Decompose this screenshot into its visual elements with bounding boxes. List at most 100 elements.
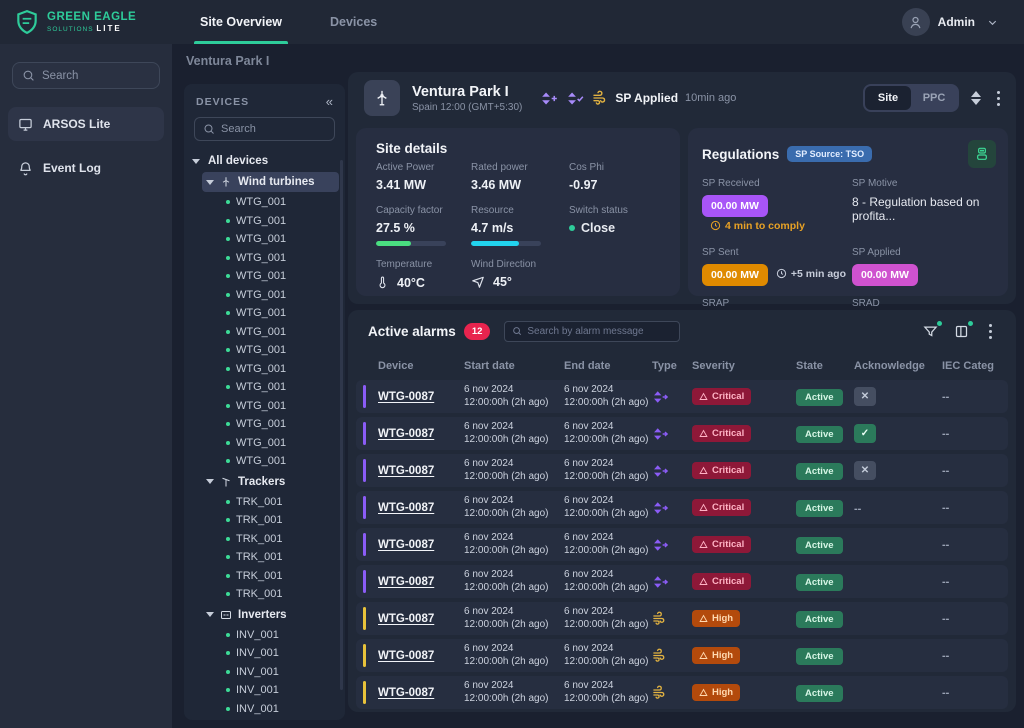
tree-leaf-label: INV_001 [236,666,279,678]
tree-leaf-inv_001[interactable]: INV_001 [226,644,339,663]
devices-search-input[interactable] [221,123,316,135]
tree-leaf-wtg_001[interactable]: WTG_001 [226,286,339,305]
tree-leaf-label: TRK_001 [236,496,282,508]
acknowledge-dismiss-button[interactable]: ✕ [854,387,876,406]
tree-leaf-wtg_001[interactable]: WTG_001 [226,230,339,249]
devices-scrollbar[interactable] [340,160,343,690]
tree-leaf-wtg_001[interactable]: WTG_001 [226,193,339,212]
metric-cos-phi: Cos Phi -0.97 [569,162,680,192]
tree-leaf-wtg_001[interactable]: WTG_001 [226,212,339,231]
tree-leaf-wtg_001[interactable]: WTG_001 [226,415,339,434]
tree-leaf-wtg_001[interactable]: WTG_001 [226,397,339,416]
col-start-date[interactable]: Start date [464,360,564,372]
collapse-panel-icon[interactable]: « [326,94,333,109]
tree-leaf-wtg_001[interactable]: WTG_001 [226,341,339,360]
tab-devices[interactable]: Devices [330,0,377,44]
alarm-row[interactable]: WTG-00876 nov 202412:00:00h (2h ago)6 no… [356,491,1008,524]
tree-leaf-trk_001[interactable]: TRK_001 [226,548,339,567]
acknowledge-dismiss-button[interactable]: ✕ [854,461,876,480]
alarm-row[interactable]: WTG-00876 nov 202412:00:00h (2h ago)6 no… [356,454,1008,487]
tab-site-overview[interactable]: Site Overview [200,0,282,44]
alarm-device-link[interactable]: WTG-0087 [378,576,464,588]
severity-badge: Critical [692,462,751,479]
tree-node-label: All devices [208,155,268,167]
tree-leaf-wtg_001[interactable]: WTG_001 [226,360,339,379]
trackers-icon [220,476,232,488]
severity-badge: High [692,647,740,664]
alarm-row[interactable]: WTG-00876 nov 202412:00:00h (2h ago)6 no… [356,380,1008,413]
tree-leaf-inv_001[interactable]: INV_001 [226,681,339,700]
monitor-icon [18,117,33,132]
kebab-menu-icon[interactable] [985,322,996,341]
view-toggle-site[interactable]: Site [865,86,911,110]
alarm-device-link[interactable]: WTG-0087 [378,465,464,477]
tree-leaf-wtg_001[interactable]: WTG_001 [226,267,339,286]
tree-leaf-trk_001[interactable]: TRK_001 [226,530,339,549]
tree-leaf-trk_001[interactable]: TRK_001 [226,567,339,586]
tree-leaf-label: WTG_001 [236,307,286,319]
automation-robot-icon[interactable] [968,140,996,168]
sidebar-item-event-log[interactable]: Event Log [8,151,164,185]
tree-leaf-wtg_001[interactable]: WTG_001 [226,434,339,453]
alarms-search-input[interactable] [527,326,662,337]
sidebar-search-input[interactable] [42,70,142,82]
alarm-device-link[interactable]: WTG-0087 [378,650,464,662]
tree-group-inverters[interactable]: Inverters [202,605,339,625]
tree-leaf-label: WTG_001 [236,344,286,356]
filter-icon[interactable] [923,324,938,339]
devices-panel: DEVICES « All devices Wind turbinesWTG_0… [184,84,345,720]
alarm-device-link[interactable]: WTG-0087 [378,502,464,514]
tree-leaf-wtg_001[interactable]: WTG_001 [226,452,339,471]
alarm-row[interactable]: WTG-00876 nov 202412:00:00h (2h ago)6 no… [356,639,1008,672]
alarm-row[interactable]: WTG-00876 nov 202412:00:00h (2h ago)6 no… [356,676,1008,709]
col-acknowledge[interactable]: Acknowledge [854,360,942,372]
alarm-device-link[interactable]: WTG-0087 [378,687,464,699]
tree-leaf-wtg_001[interactable]: WTG_001 [226,249,339,268]
alarm-row[interactable]: WTG-00876 nov 202412:00:00h (2h ago)6 no… [356,565,1008,598]
alarms-search[interactable] [504,321,680,342]
tree-leaf-trk_001[interactable]: TRK_001 [226,585,339,604]
sidebar-search[interactable] [12,62,160,89]
alarm-device-link[interactable]: WTG-0087 [378,613,464,625]
col-type[interactable]: Type [652,360,692,372]
metric-wind-direction: Wind Direction 45° [471,259,569,290]
tree-leaf-wtg_001[interactable]: WTG_001 [226,304,339,323]
alarm-row[interactable]: WTG-00876 nov 202412:00:00h (2h ago)6 no… [356,528,1008,561]
acknowledge-cell: ✓ [854,424,942,443]
col-iec-category[interactable]: IEC Categ [942,360,1008,372]
search-icon [22,69,35,82]
alarm-device-link[interactable]: WTG-0087 [378,539,464,551]
tree-leaf-inv_001[interactable]: INV_001 [226,626,339,645]
wind-icon [592,90,608,106]
status-dot [226,274,230,278]
tree-leaf-wtg_001[interactable]: WTG_001 [226,378,339,397]
col-end-date[interactable]: End date [564,360,652,372]
tree-leaf-trk_001[interactable]: TRK_001 [226,493,339,512]
severity-badge: Critical [692,388,751,405]
sort-icon[interactable] [971,91,981,105]
alarm-row[interactable]: WTG-00876 nov 202412:00:00h (2h ago)6 no… [356,417,1008,450]
view-toggle-ppc[interactable]: PPC [911,86,957,110]
col-state[interactable]: State [796,360,854,372]
alarm-device-link[interactable]: WTG-0087 [378,428,464,440]
tree-leaf-inv_001[interactable]: INV_001 [226,663,339,682]
tree-node-all-devices[interactable]: All devices [192,151,339,171]
col-device[interactable]: Device [378,360,464,372]
kebab-menu-icon[interactable] [993,89,1004,108]
status-dot [226,670,230,674]
tree-leaf-label: WTG_001 [236,215,286,227]
tree-leaf-trk_001[interactable]: TRK_001 [226,511,339,530]
sidebar-item-arsos-lite[interactable]: ARSOS Lite [8,107,164,141]
user-menu[interactable]: Admin [902,8,1024,36]
tree-leaf-wtg_001[interactable]: WTG_001 [226,323,339,342]
alarm-device-link[interactable]: WTG-0087 [378,391,464,403]
acknowledge-confirm-button[interactable]: ✓ [854,424,876,443]
tree-group-wind-turbines[interactable]: Wind turbines [202,172,339,192]
alarm-row[interactable]: WTG-00876 nov 202412:00:00h (2h ago)6 no… [356,602,1008,635]
col-severity[interactable]: Severity [692,360,796,372]
tree-leaf-inv_001[interactable]: INV_001 [226,700,339,719]
devices-search[interactable] [194,117,335,141]
tree-group-trackers[interactable]: Trackers [202,472,339,492]
columns-icon[interactable] [954,324,969,339]
severity-badge: Critical [692,499,751,516]
